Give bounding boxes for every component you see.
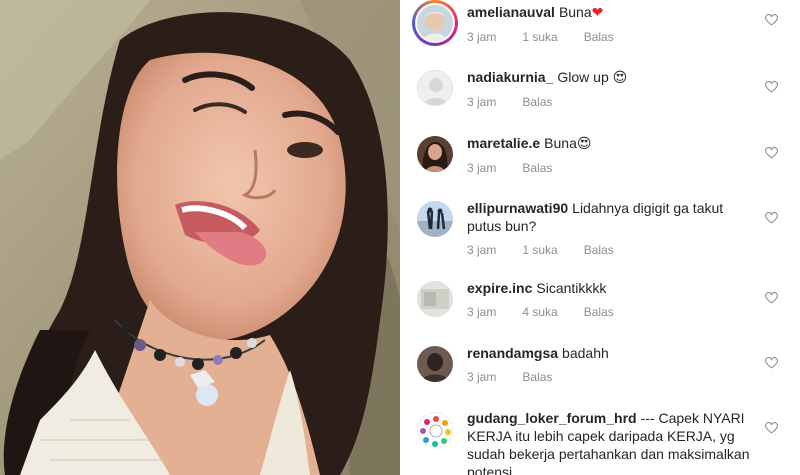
comment-time: 3 jam xyxy=(467,161,497,175)
avatar[interactable] xyxy=(417,70,453,106)
comment-username[interactable]: nadiakurnia_ xyxy=(467,69,553,85)
comment-likes[interactable]: 1 suka xyxy=(522,243,557,257)
avatar-photo xyxy=(417,136,453,172)
comment-text: badahh xyxy=(562,345,609,361)
forum-logo-icon xyxy=(420,416,451,447)
reply-button[interactable]: Balas xyxy=(584,243,614,257)
comment-text: Buna xyxy=(544,135,577,151)
comment-time: 3 jam xyxy=(467,370,497,384)
heart-outline-icon[interactable] xyxy=(765,422,778,434)
reply-button[interactable]: Balas xyxy=(522,370,552,384)
heart-eyes-emoji: 😍 xyxy=(612,70,628,86)
heart-outline-icon[interactable] xyxy=(765,14,778,26)
avatar[interactable] xyxy=(412,0,458,46)
comment-text: Buna xyxy=(558,4,592,20)
comment-likes[interactable]: 4 suka xyxy=(522,305,557,319)
comment-text: Sicantikkkk xyxy=(536,280,607,296)
avatar-photo xyxy=(417,5,453,41)
heart-outline-icon[interactable] xyxy=(765,292,778,304)
comment-username[interactable]: expire.inc xyxy=(467,280,532,296)
comment-time: 3 jam xyxy=(467,30,497,44)
comment-username[interactable]: ellipurnawati90 xyxy=(467,200,568,216)
user-silhouette-icon xyxy=(422,78,450,105)
reply-button[interactable]: Balas xyxy=(584,305,614,319)
reply-button[interactable]: Balas xyxy=(522,161,552,175)
heart-outline-icon[interactable] xyxy=(765,357,778,369)
post-photo xyxy=(0,0,400,475)
comment-time: 3 jam xyxy=(467,243,497,257)
avatar[interactable] xyxy=(417,136,453,172)
avatar[interactable] xyxy=(417,412,453,448)
avatar-photo xyxy=(417,346,453,382)
avatar-photo xyxy=(417,201,453,237)
comment-time: 3 jam xyxy=(467,95,497,109)
heart-eyes-emoji: 😍 xyxy=(576,136,592,152)
heart-emoji: ❤ xyxy=(591,5,604,21)
avatar[interactable] xyxy=(417,281,453,317)
comment-text: Glow up xyxy=(557,69,609,85)
comment-time: 3 jam xyxy=(467,305,497,319)
comment-username[interactable]: gudang_loker_forum_hrd xyxy=(467,410,637,426)
reply-button[interactable]: Balas xyxy=(522,95,552,109)
comment-username[interactable]: maretalie.e xyxy=(467,135,540,151)
comments-list: amelianauvalBuna❤ 3 jam 1 suka Balas na xyxy=(400,0,800,475)
comment-likes[interactable]: 1 suka xyxy=(522,30,557,44)
comment-username[interactable]: amelianauval xyxy=(467,4,555,20)
heart-outline-icon[interactable] xyxy=(765,147,778,159)
avatar[interactable] xyxy=(417,346,453,382)
selfie-illustration xyxy=(0,0,400,475)
heart-outline-icon[interactable] xyxy=(765,212,778,224)
avatar-photo xyxy=(417,281,453,317)
avatar[interactable] xyxy=(417,201,453,237)
heart-outline-icon[interactable] xyxy=(765,81,778,93)
comment-username[interactable]: renandamgsa xyxy=(467,345,558,361)
reply-button[interactable]: Balas xyxy=(584,30,614,44)
